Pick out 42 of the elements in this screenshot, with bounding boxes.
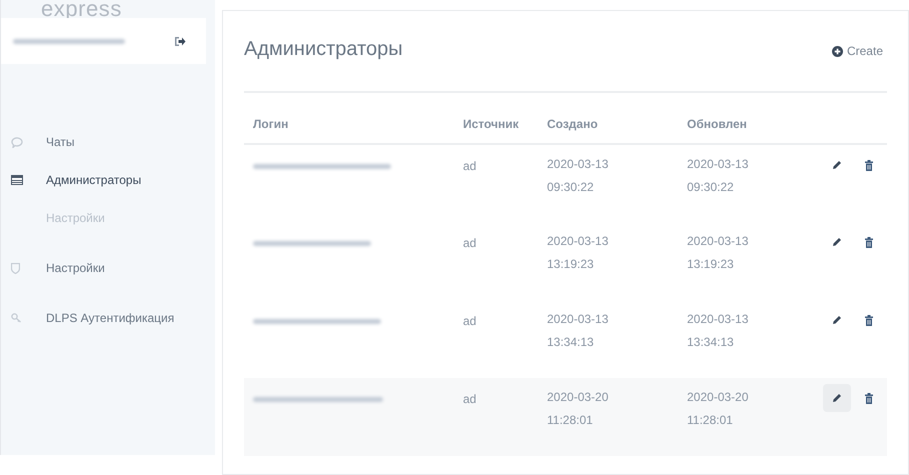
trash-icon bbox=[865, 314, 873, 326]
table-cell: 2020-03-20 11:28:01 bbox=[538, 378, 678, 456]
logo-text: express bbox=[41, 0, 122, 18]
table-icon bbox=[11, 175, 23, 185]
shield-icon bbox=[11, 262, 20, 274]
table-row[interactable]: ad 2020-03-13 13:19:23 2020-03-13 13:19:23 bbox=[244, 222, 887, 300]
table-cell-text: ad bbox=[462, 235, 478, 252]
pencil-icon bbox=[832, 393, 842, 403]
sidebar-item[interactable]: Администраторы bbox=[1, 161, 215, 199]
sidebar-item[interactable]: Настройки bbox=[1, 249, 215, 287]
plus-circle-icon bbox=[832, 46, 843, 56]
edit-button[interactable] bbox=[823, 384, 851, 412]
table-cell: ad bbox=[454, 300, 538, 378]
column-header: Логин bbox=[244, 115, 454, 144]
table-row[interactable]: ad 2020-03-13 13:34:13 2020-03-13 13:34:13 bbox=[244, 300, 887, 378]
key-icon bbox=[11, 313, 22, 323]
trash-icon bbox=[865, 160, 873, 170]
pencil-icon bbox=[832, 315, 842, 325]
trash-icon bbox=[865, 392, 873, 404]
page-title: Администраторы bbox=[244, 37, 403, 62]
column-header: Обновлен bbox=[678, 115, 818, 144]
pencil-icon bbox=[832, 237, 842, 247]
table-cell-text: 2020-03-13 13:19:23 bbox=[686, 233, 750, 273]
column-header: Создано bbox=[538, 115, 678, 144]
table-cell: 2020-03-13 13:34:13 bbox=[538, 300, 678, 378]
table-row[interactable]: ad 2020-03-13 09:30:22 2020-03-13 09:30:22 bbox=[244, 144, 887, 222]
table-cell: ad bbox=[454, 378, 538, 456]
pencil-icon bbox=[832, 160, 842, 170]
table-cell-text: 2020-03-13 13:19:23 bbox=[546, 233, 610, 273]
table-cell: ad bbox=[454, 144, 538, 222]
table-cell: 2020-03-13 09:30:22 bbox=[678, 144, 818, 222]
trash-icon bbox=[865, 236, 873, 248]
table-row[interactable]: ad 2020-03-20 11:28:01 2020-03-20 11:28:01 bbox=[244, 378, 887, 456]
chat-icon bbox=[11, 136, 23, 148]
create-link[interactable]: Create bbox=[832, 42, 883, 60]
column-header: Источник bbox=[454, 115, 538, 144]
sidebar-item[interactable]: DLPS Аутентификация bbox=[1, 299, 215, 337]
table-cell: 2020-03-13 09:30:22 bbox=[538, 144, 678, 222]
table-cell: 2020-03-20 11:28:01 bbox=[678, 378, 818, 456]
sidebar-item[interactable]: Чаты bbox=[1, 123, 215, 161]
logout-icon[interactable] bbox=[174, 36, 186, 46]
table-cell: 2020-03-13 13:34:13 bbox=[678, 300, 818, 378]
